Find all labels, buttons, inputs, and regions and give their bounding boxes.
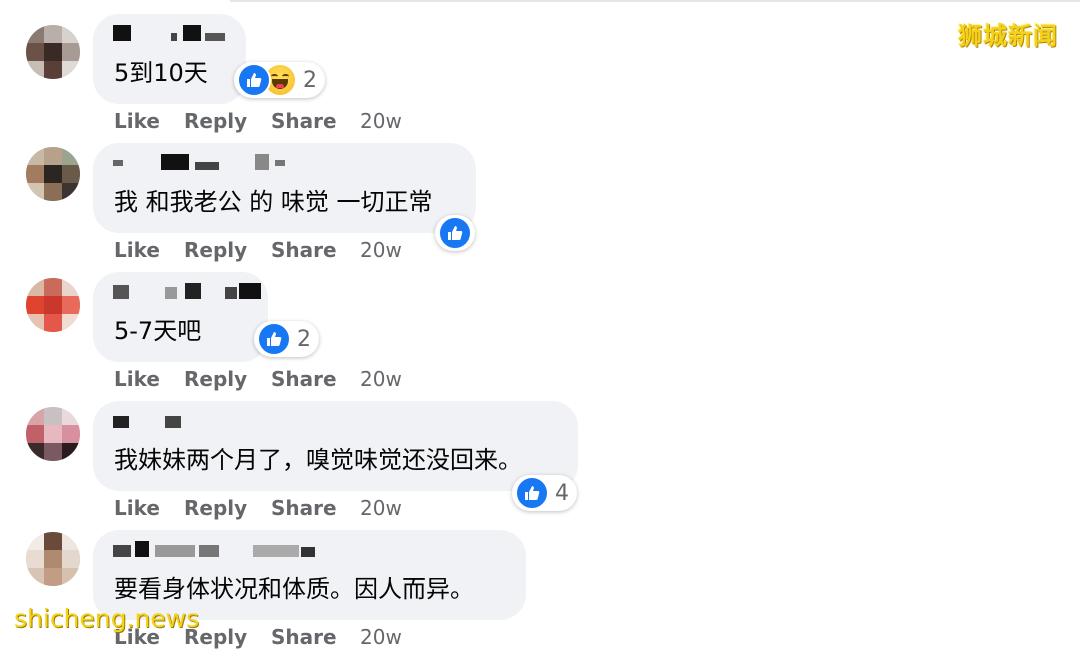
reaction-summary[interactable]	[435, 215, 475, 251]
comment-text: 我 和我老公 的 味觉 一切正常	[114, 188, 433, 216]
avatar[interactable]	[26, 25, 80, 79]
comment-bubble: 我妹妹两个月了，嗅觉味觉还没回来。	[93, 401, 578, 491]
author-name-redacted[interactable]	[113, 283, 313, 299]
timestamp[interactable]: 20w	[360, 625, 402, 649]
share-button[interactable]: Share	[271, 625, 337, 649]
comment-item: 5到10天 2 Like Reply Share 20w	[0, 0, 1080, 133]
comment-text: 5到10天	[114, 59, 208, 87]
reaction-summary[interactable]: 2	[254, 321, 319, 357]
author-name-redacted[interactable]	[113, 412, 313, 428]
comment-bubble: 5-7天吧	[93, 272, 268, 362]
reaction-count: 2	[303, 67, 317, 93]
like-reaction-icon	[257, 322, 291, 356]
like-reaction-icon	[438, 216, 472, 250]
comment-bubble: 我 和我老公 的 味觉 一切正常	[93, 143, 476, 233]
watermark-logo-bottom: shicheng.news	[14, 604, 200, 633]
author-name-redacted[interactable]	[113, 25, 313, 41]
like-reaction-icon	[237, 63, 271, 97]
comment-item: 5-7天吧 2 Like Reply Share 20w	[0, 258, 1080, 391]
avatar[interactable]	[26, 532, 80, 586]
author-name-redacted[interactable]	[113, 541, 315, 557]
avatar[interactable]	[26, 278, 80, 332]
comment-item: 我妹妹两个月了，嗅觉味觉还没回来。 4 Like Reply Share 20w	[0, 387, 1080, 520]
comment-bubble: 5到10天	[93, 14, 246, 104]
watermark-logo-top: 狮城新闻	[958, 22, 1058, 50]
reaction-summary[interactable]: 2	[234, 62, 325, 98]
comment-item: 我 和我老公 的 味觉 一切正常 Like Reply Share 20w	[0, 129, 1080, 262]
reaction-count: 4	[555, 480, 569, 506]
like-reaction-icon	[515, 476, 549, 510]
avatar[interactable]	[26, 147, 80, 201]
avatar[interactable]	[26, 407, 80, 461]
comment-text: 5-7天吧	[114, 317, 202, 345]
author-name-redacted[interactable]	[113, 154, 313, 170]
comment-text: 要看身体状况和体质。因人而异。	[114, 575, 474, 603]
comment-text: 我妹妹两个月了，嗅觉味觉还没回来。	[114, 446, 522, 474]
reaction-summary[interactable]: 4	[512, 475, 577, 511]
reaction-count: 2	[297, 326, 311, 352]
